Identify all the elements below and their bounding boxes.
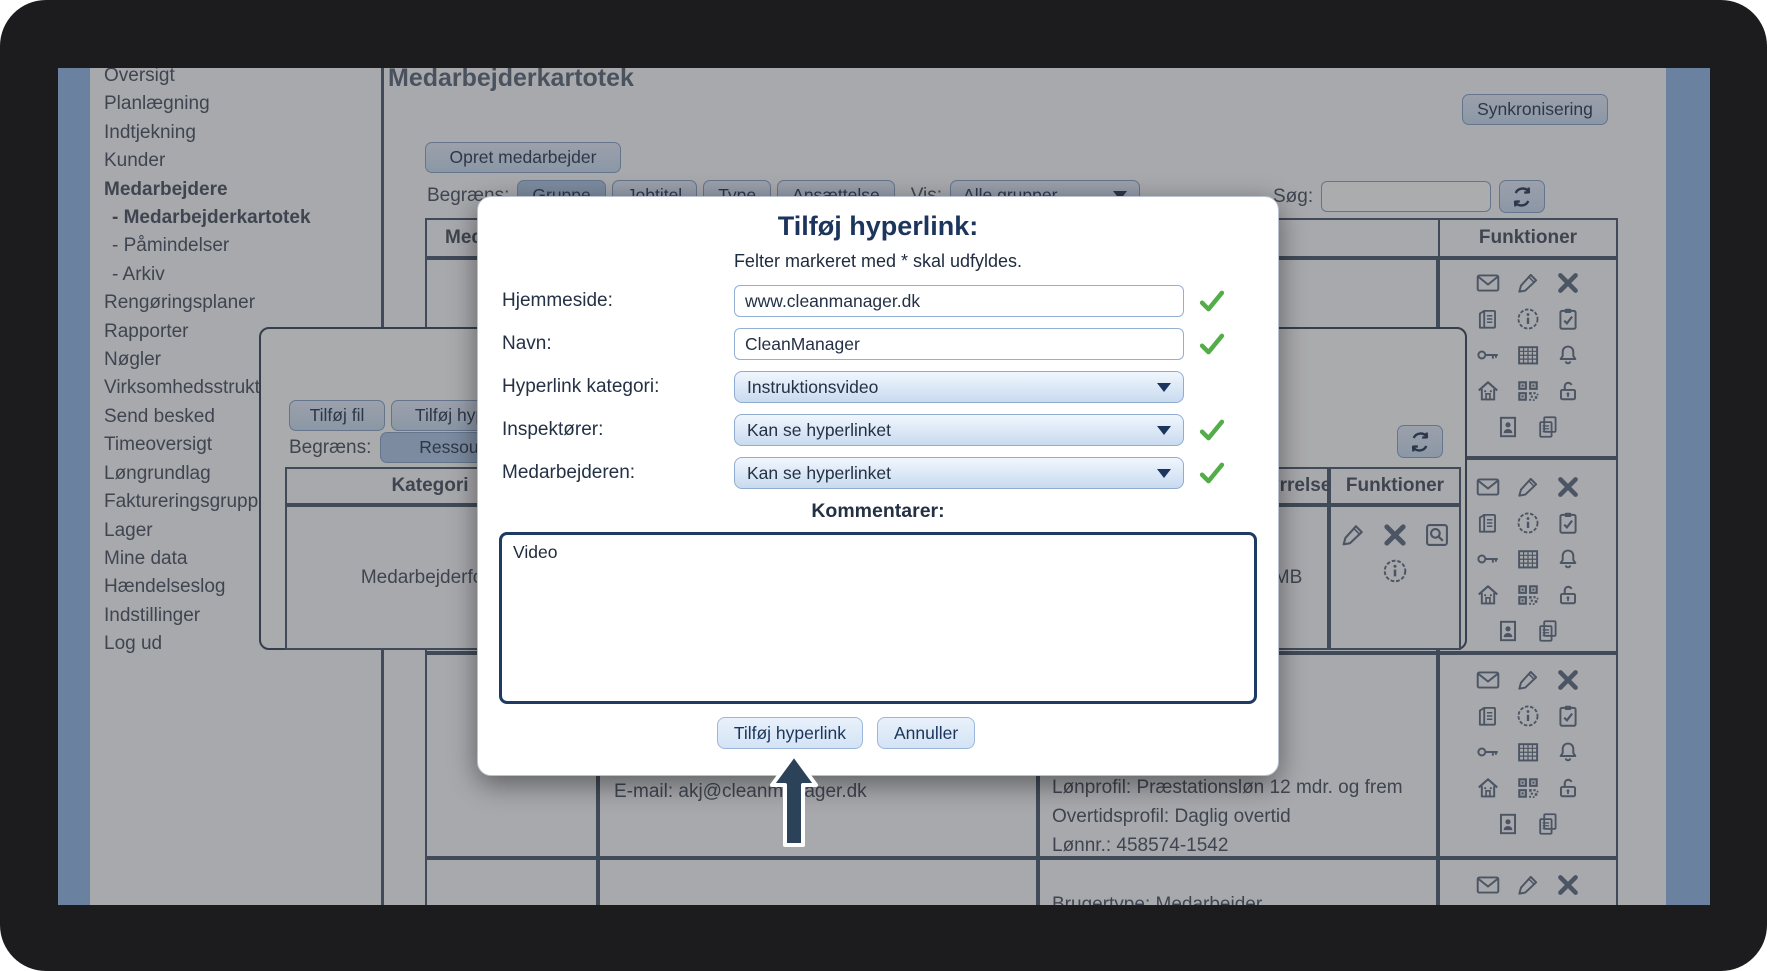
valid-check-icon: [1198, 459, 1226, 487]
comments-textarea[interactable]: Video: [499, 532, 1257, 704]
chevron-down-icon: [1157, 468, 1171, 478]
modal-form-row: Navn:: [478, 328, 1278, 360]
field-label: Medarbejderen:: [502, 462, 636, 483]
valid-check-icon: [1198, 287, 1226, 315]
modal-field-select[interactable]: Kan se hyperlinket: [734, 457, 1184, 489]
select-value: Instruktionsvideo: [747, 376, 879, 397]
pointer-arrow-icon: [770, 753, 818, 847]
comments-label: Kommentarer:: [811, 500, 945, 522]
modal-buttons: Tilføj hyperlink Annuller: [446, 717, 1246, 749]
modal-title: Tilføj hyperlink:: [777, 211, 979, 241]
modal-form-row: Hjemmeside:: [478, 285, 1278, 317]
modal-field-input[interactable]: [734, 285, 1184, 317]
modal-field-select[interactable]: Instruktionsvideo: [734, 371, 1184, 403]
chevron-down-icon: [1157, 382, 1171, 392]
valid-check-icon: [1198, 330, 1226, 358]
valid-check-icon: [1198, 416, 1226, 444]
field-label: Hyperlink kategori:: [502, 376, 660, 397]
select-value: Kan se hyperlinket: [747, 462, 891, 483]
modal-form-row: Inspektører: Kan se hyperlinket: [478, 414, 1278, 446]
app-screen: Oversigt Planlægning Indtjekning Kunder Meda…: [58, 68, 1710, 905]
device-frame: Oversigt Planlægning Indtjekning Kunder Meda…: [0, 0, 1767, 971]
modal-form-row: Medarbejderen: Kan se hyperlinket: [478, 457, 1278, 489]
select-value: Kan se hyperlinket: [747, 419, 891, 440]
field-label: Inspektører:: [502, 419, 604, 440]
submit-hyperlink-button[interactable]: Tilføj hyperlink: [716, 717, 863, 749]
cancel-button[interactable]: Annuller: [876, 717, 976, 749]
modal-field-select[interactable]: Kan se hyperlinket: [734, 414, 1184, 446]
modal-subtitle: Felter markeret med * skal udfyldes.: [733, 251, 1023, 271]
chevron-down-icon: [1157, 425, 1171, 435]
modal-form: Hjemmeside: Navn: Hyperlink kategori: Instr…: [478, 285, 1278, 489]
field-label: Hjemmeside:: [502, 290, 613, 311]
modal-form-row: Hyperlink kategori: Instruktionsvideo: [478, 371, 1278, 403]
add-hyperlink-modal: Tilføj hyperlink: Felter markeret med * …: [477, 196, 1279, 776]
modal-field-input[interactable]: [734, 328, 1184, 360]
field-label: Navn:: [502, 333, 552, 354]
